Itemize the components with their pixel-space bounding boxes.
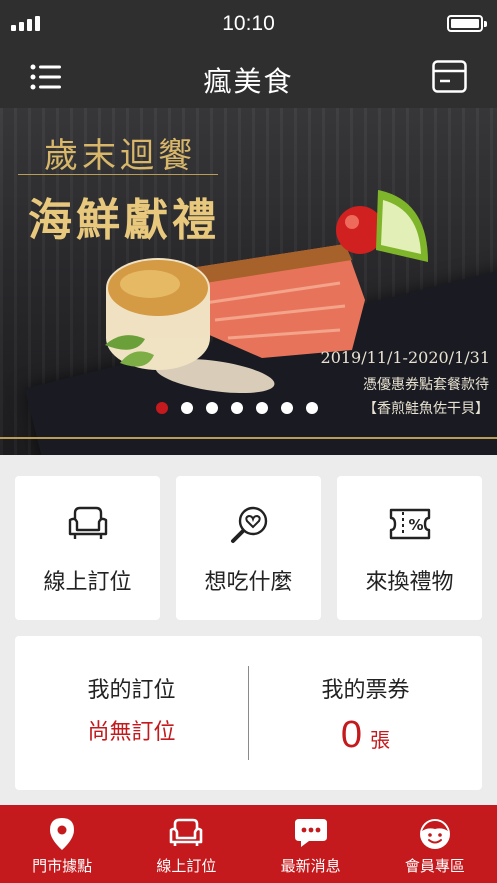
tab-label: 會員專區: [404, 857, 465, 875]
brand-logo: 瘋美食: [203, 65, 294, 98]
member-card-button[interactable]: [432, 60, 467, 93]
banner-title: 歲末迴饗: [44, 136, 196, 176]
status-time: 10:10: [222, 12, 275, 35]
carousel-dot[interactable]: [306, 402, 318, 414]
card-icon: [432, 60, 467, 93]
carousel-dot[interactable]: [206, 402, 218, 414]
my-reservation-status: 尚無訂位: [87, 720, 176, 745]
banner-subtitle: 海鮮獻禮: [28, 195, 220, 246]
app-header: 瘋美食: [0, 48, 497, 108]
chat-bubble-icon: [294, 819, 327, 847]
tab-label: 線上訂位: [156, 857, 217, 875]
my-summary-panel: 我的訂位 尚無訂位 我的票券 0張: [15, 636, 482, 790]
tab-store-locations[interactable]: 門市據點: [0, 805, 124, 883]
promo-banner[interactable]: 歲末迴饗 海鮮獻禮 2019/11/1-2020/1/31 憑優惠券點套餐款待 …: [0, 108, 497, 455]
quick-action-label: 來換禮物: [365, 570, 454, 595]
carousel-dot[interactable]: [281, 402, 293, 414]
member-face-icon: [419, 819, 450, 849]
quick-action-label: 線上訂位: [43, 570, 132, 595]
what-to-eat-card[interactable]: 想吃什麼: [176, 476, 321, 620]
sofa-icon: [68, 506, 107, 539]
my-reservation[interactable]: 我的訂位 尚無訂位: [15, 636, 248, 790]
status-bar: 10:10: [0, 0, 497, 48]
my-tickets[interactable]: 我的票券 0張: [249, 636, 482, 790]
search-heart-icon: [230, 506, 267, 543]
location-pin-icon: [50, 818, 75, 850]
tab-label: 門市據點: [32, 857, 93, 875]
coupon-icon: %: [389, 508, 430, 540]
banner-divider: [18, 174, 218, 175]
carousel-dot[interactable]: [256, 402, 268, 414]
tab-label: 最新消息: [280, 857, 341, 875]
tickets-unit: 張: [370, 728, 391, 752]
tickets-count: 0: [340, 714, 363, 756]
banner-note: 憑優惠券點套餐款待: [363, 377, 489, 393]
battery-icon: [447, 15, 487, 32]
quick-action-label: 想吃什麼: [204, 570, 293, 595]
redeem-gift-card[interactable]: % 來換禮物: [337, 476, 482, 620]
carousel-indicator: [156, 402, 318, 414]
sofa-icon: [170, 818, 203, 846]
svg-text:%: %: [408, 516, 423, 534]
banner-gold-rule: [0, 437, 497, 439]
tab-online-reservation[interactable]: 線上訂位: [124, 805, 248, 883]
tab-member-area[interactable]: 會員專區: [373, 805, 497, 883]
online-reservation-card[interactable]: 線上訂位: [15, 476, 160, 620]
carousel-dot[interactable]: [181, 402, 193, 414]
my-reservation-title: 我的訂位: [87, 678, 176, 703]
carousel-dot[interactable]: [231, 402, 243, 414]
tab-latest-news[interactable]: 最新消息: [249, 805, 373, 883]
banner-dish: 【香煎鮭魚佐干貝】: [363, 401, 489, 417]
my-tickets-title: 我的票券: [321, 678, 410, 703]
bottom-tab-bar: 門市據點 線上訂位 最新消息 會員專區: [0, 805, 497, 883]
carousel-dot[interactable]: [156, 402, 168, 414]
banner-date-range: 2019/11/1-2020/1/31: [320, 348, 490, 367]
